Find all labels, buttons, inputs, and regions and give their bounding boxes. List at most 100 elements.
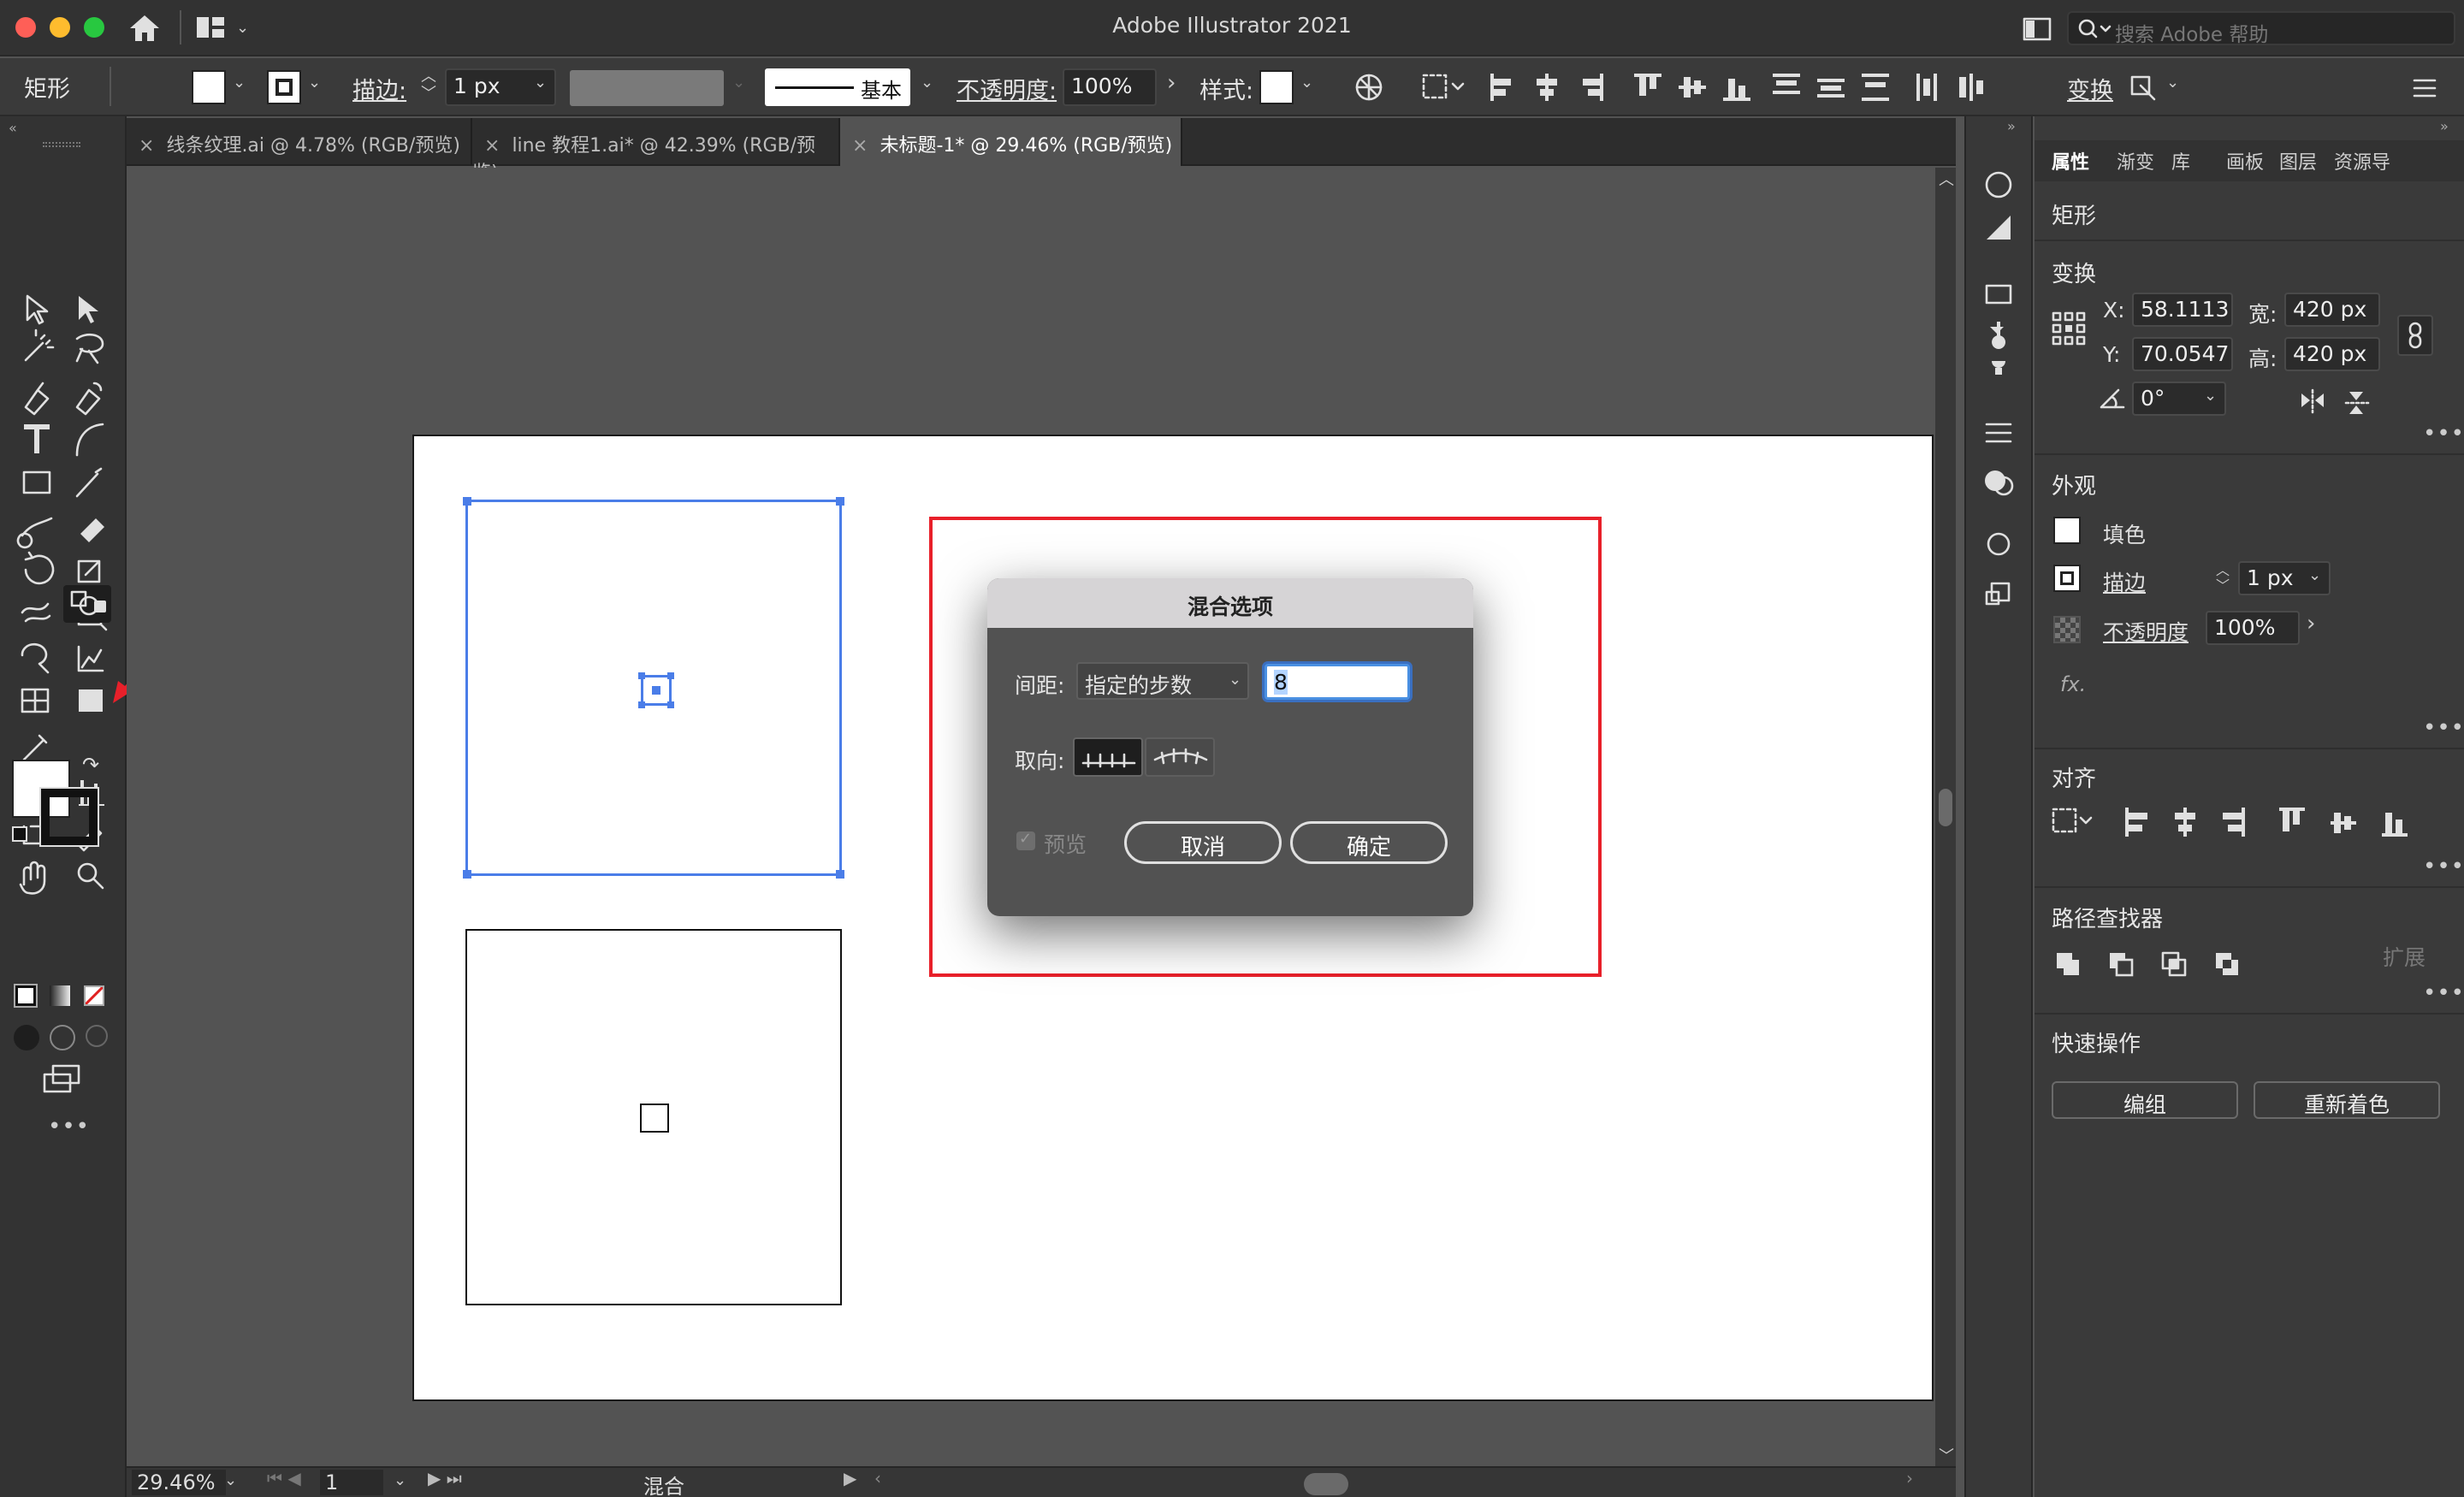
ok-button[interactable]: 确定 bbox=[1290, 821, 1448, 864]
screen-mode-icon[interactable] bbox=[41, 1064, 84, 1093]
chevron-down-icon[interactable]: ⌄ bbox=[233, 74, 246, 92]
recolor-button[interactable]: 重新着色 bbox=[2254, 1081, 2440, 1119]
outer-square[interactable] bbox=[465, 929, 842, 1305]
tab-document-3[interactable]: × 未标题-1* @ 29.46% (RGB/预览) bbox=[840, 118, 1182, 166]
selected-inner-square[interactable] bbox=[638, 672, 674, 708]
inner-square[interactable] bbox=[640, 1104, 669, 1133]
selection-handle[interactable] bbox=[463, 870, 471, 879]
collapse-panel-icon[interactable]: « bbox=[9, 120, 17, 136]
close-tab-icon[interactable]: × bbox=[484, 135, 500, 157]
x-field[interactable]: 58.1113 bbox=[2132, 293, 2233, 327]
chevron-down-icon[interactable]: ⌄ bbox=[224, 1471, 237, 1489]
default-colors-icon[interactable] bbox=[12, 826, 27, 842]
opacity-label[interactable]: 不透明度 bbox=[2103, 616, 2189, 647]
transform-link[interactable]: 变换 bbox=[2067, 72, 2113, 105]
color-mode-icon[interactable] bbox=[14, 984, 38, 1008]
stroke-weight-stepper[interactable]: ︿ ﹀ bbox=[2216, 563, 2230, 594]
tab-gradient[interactable]: 渐变 bbox=[2117, 147, 2154, 175]
steps-input[interactable]: 8 bbox=[1265, 664, 1410, 700]
more-options-icon[interactable]: ••• bbox=[2423, 421, 2464, 447]
gradient-mode-icon[interactable] bbox=[50, 985, 70, 1006]
flip-horizontal-icon[interactable] bbox=[2298, 388, 2327, 414]
chevron-down-icon[interactable]: ⌄ bbox=[2204, 387, 2217, 405]
chevron-down-icon[interactable]: ⌄ bbox=[2308, 566, 2321, 584]
group-button[interactable]: 编组 bbox=[2052, 1081, 2238, 1119]
chevron-down-icon[interactable]: ⌄ bbox=[2166, 74, 2179, 92]
draw-normal-icon[interactable] bbox=[14, 1025, 39, 1050]
fill-swatch[interactable] bbox=[192, 70, 226, 104]
tab-asset-export[interactable]: 资源导 bbox=[2334, 147, 2390, 175]
align-to-path-button[interactable] bbox=[1145, 737, 1215, 777]
graphic-style-swatch[interactable] bbox=[1259, 70, 1294, 104]
chevron-right-icon[interactable]: › bbox=[2307, 611, 2315, 636]
tab-document-1[interactable]: × 线条纹理.ai @ 4.78% (RGB/预览) bbox=[127, 118, 472, 166]
tab-artboards[interactable]: 画板 bbox=[2226, 147, 2264, 175]
draw-behind-icon[interactable] bbox=[50, 1025, 75, 1050]
horizontal-scroll-thumb[interactable] bbox=[1304, 1473, 1348, 1495]
chevron-down-icon[interactable]: ⌄ bbox=[534, 74, 547, 92]
transform-reference-icon[interactable] bbox=[2129, 74, 2158, 103]
stroke-label[interactable]: 描边: bbox=[352, 72, 406, 105]
chevron-right-icon[interactable]: › bbox=[1167, 70, 1176, 96]
chevron-down-icon[interactable]: ⌄ bbox=[921, 74, 933, 92]
brush-definition[interactable]: 基本 bbox=[765, 68, 910, 106]
fill-label[interactable]: 填色 bbox=[2103, 518, 2146, 549]
close-tab-icon[interactable]: × bbox=[852, 135, 868, 157]
stroke-weight-stepper[interactable]: ︿ ﹀ bbox=[421, 68, 436, 103]
selection-handle[interactable] bbox=[836, 497, 844, 506]
more-options-icon[interactable]: ••• bbox=[2423, 854, 2464, 879]
chevron-down-icon[interactable]: ⌄ bbox=[1300, 74, 1313, 92]
arrange-documents-icon[interactable] bbox=[2023, 17, 2052, 41]
zoom-window-button[interactable] bbox=[84, 17, 104, 38]
more-options-icon[interactable]: ••• bbox=[2423, 980, 2464, 1006]
tab-layers[interactable]: 图层 bbox=[2279, 147, 2317, 175]
cancel-button[interactable]: 取消 bbox=[1124, 821, 1282, 864]
scroll-down-icon[interactable]: ﹀ bbox=[1939, 1444, 1954, 1466]
chevron-down-icon[interactable]: ⌄ bbox=[308, 74, 321, 92]
scroll-thumb[interactable] bbox=[1939, 789, 1952, 826]
none-mode-icon[interactable] bbox=[84, 985, 104, 1006]
height-field[interactable]: 420 px bbox=[2284, 337, 2380, 371]
expand-strip-icon[interactable]: » bbox=[2007, 118, 2016, 134]
artboard-number-field[interactable]: 1 bbox=[320, 1470, 383, 1495]
home-icon[interactable] bbox=[128, 14, 161, 43]
effects-fx-button[interactable]: fx. bbox=[2060, 672, 2086, 696]
align-buttons-icon[interactable] bbox=[2052, 806, 2454, 840]
first-artboard-icon[interactable]: ⏮ ◀ bbox=[267, 1468, 301, 1488]
close-tab-icon[interactable]: × bbox=[139, 135, 154, 157]
width-field[interactable]: 420 px bbox=[2284, 293, 2380, 327]
constrain-proportions-button[interactable] bbox=[2397, 315, 2433, 356]
variable-width-profile[interactable] bbox=[570, 70, 724, 106]
selection-handle[interactable] bbox=[463, 497, 471, 506]
scroll-right-icon[interactable]: › bbox=[1906, 1468, 1913, 1488]
next-artboard-icon[interactable]: ▶ ⏭ bbox=[428, 1468, 462, 1488]
selection-handle[interactable] bbox=[836, 870, 844, 879]
stroke-swatch[interactable] bbox=[2053, 565, 2081, 592]
tab-document-2[interactable]: ×line 教程1.ai* @ 42.39% (RGB/预览) bbox=[472, 118, 840, 184]
align-to-page-button[interactable] bbox=[1073, 737, 1143, 777]
help-search-input[interactable]: 搜索 Adobe 帮助 bbox=[2067, 11, 2455, 46]
swap-colors-icon[interactable]: ↷ bbox=[82, 753, 99, 777]
stroke-color-box[interactable] bbox=[39, 787, 99, 847]
tab-properties[interactable]: 属性 bbox=[2052, 147, 2089, 175]
scroll-up-icon[interactable]: ︿ bbox=[1939, 168, 1954, 190]
preview-checkbox[interactable]: ✓ bbox=[1016, 830, 1035, 850]
selected-square[interactable] bbox=[463, 497, 844, 879]
close-window-button[interactable] bbox=[15, 17, 36, 38]
stroke-label[interactable]: 描边 bbox=[2103, 566, 2146, 597]
draw-inside-icon[interactable] bbox=[86, 1025, 108, 1047]
opacity-field[interactable]: 100% bbox=[1063, 68, 1157, 106]
reference-point-icon[interactable] bbox=[2052, 311, 2086, 346]
edit-toolbar-icon[interactable]: ••• bbox=[48, 1114, 90, 1139]
status-menu-icon[interactable]: ▶ bbox=[844, 1468, 856, 1488]
opacity-field[interactable]: 100% bbox=[2206, 611, 2300, 645]
vertical-scrollbar[interactable]: ︿ ﹀ bbox=[1935, 168, 1956, 1466]
zoom-field[interactable]: 29.46% bbox=[132, 1470, 226, 1495]
workspace-switcher-icon[interactable] bbox=[195, 15, 226, 41]
tab-libraries[interactable]: 库 bbox=[2171, 147, 2190, 175]
panel-menu-icon[interactable] bbox=[2413, 77, 2437, 99]
y-field[interactable]: 70.0547 bbox=[2132, 337, 2233, 371]
flip-vertical-icon[interactable] bbox=[2344, 388, 2370, 417]
opacity-label[interactable]: 不透明度: bbox=[957, 72, 1057, 105]
chevron-down-icon[interactable]: ⌄ bbox=[394, 1471, 406, 1489]
